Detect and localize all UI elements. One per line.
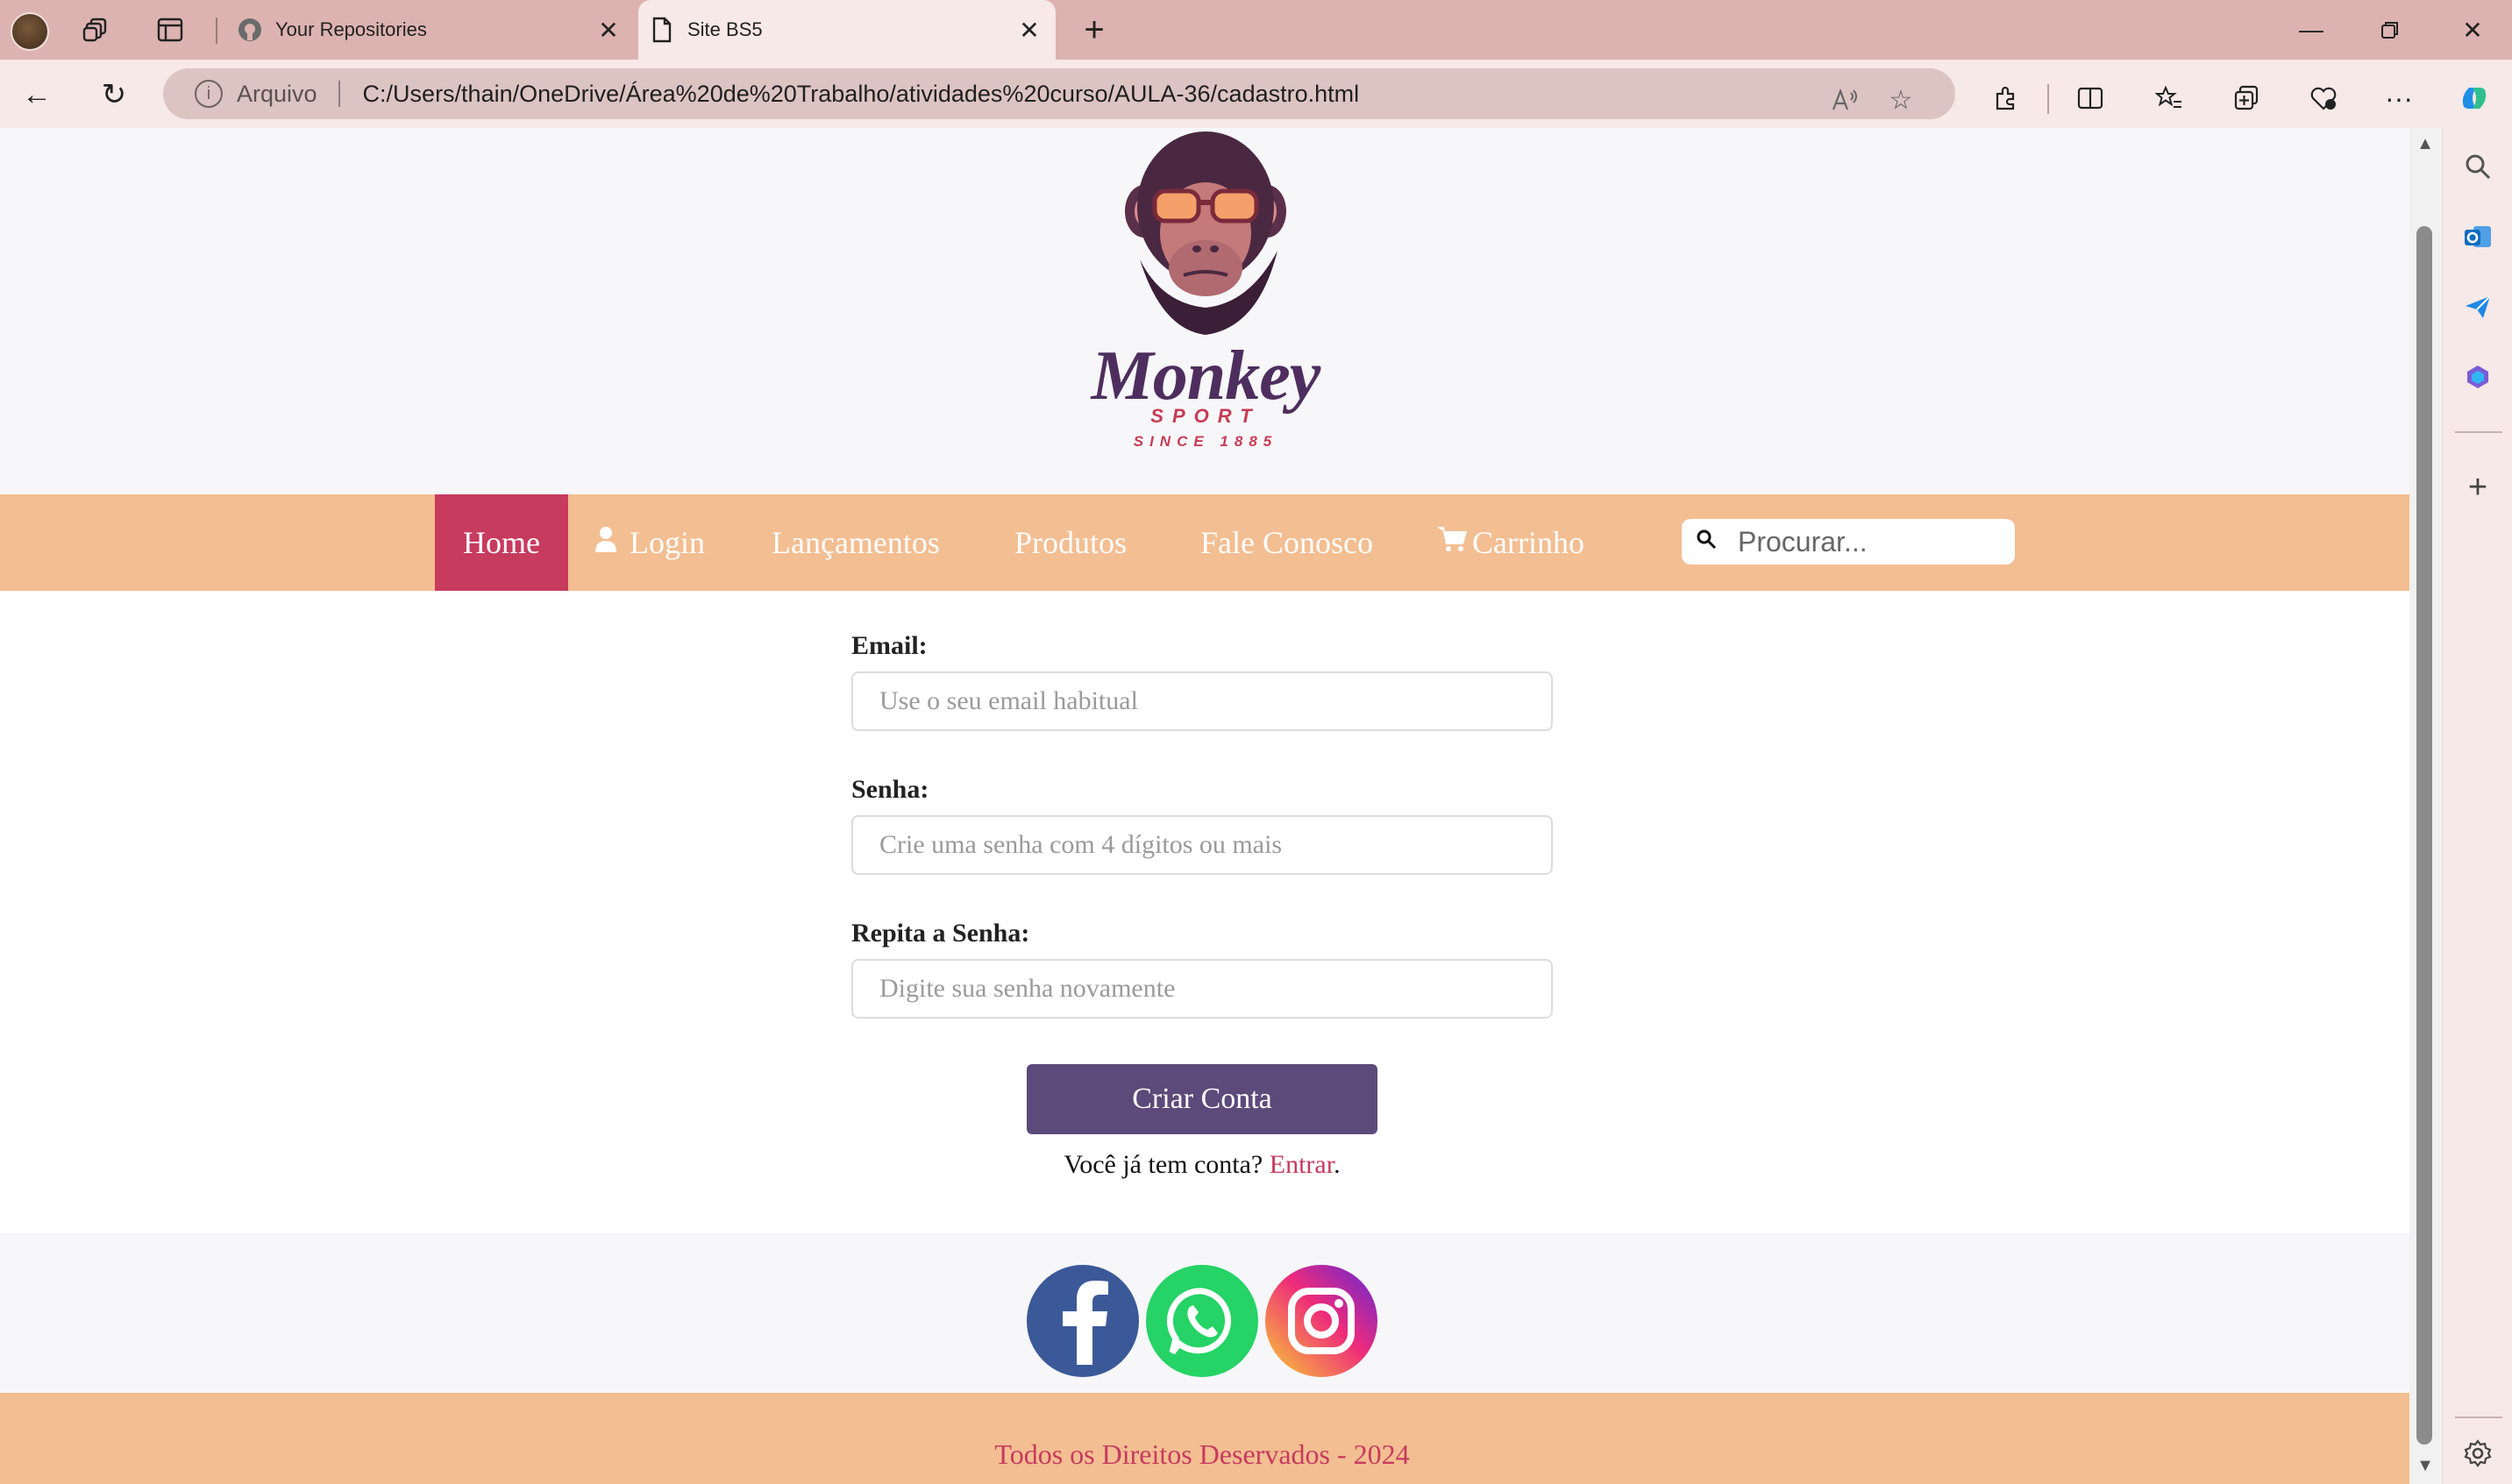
header-logo-area: Monkey SPORT SINCE 1885 [0, 128, 2409, 494]
m365-icon[interactable] [2459, 358, 2497, 396]
instagram-icon[interactable] [1265, 1265, 1377, 1377]
page-viewport: Monkey SPORT SINCE 1885 Home Login Lança… [0, 128, 2409, 1484]
social-links [0, 1233, 2409, 1393]
nav-produtos-label: Produtos [1014, 525, 1128, 560]
info-icon[interactable]: i [195, 80, 223, 108]
browser-essentials-icon[interactable] [2304, 79, 2343, 117]
cart-icon [1437, 525, 1468, 560]
password-label: Senha: [851, 775, 929, 804]
address-bar[interactable]: i Arquivo C:/Users/thain/OneDrive/Área%2… [163, 68, 1955, 119]
page-footer: Todos os Direitos Deservados - 2024 [0, 1393, 2409, 1484]
restore-button[interactable] [2364, 9, 2416, 51]
footer-copyright: Todos os Direitos Deservados - 2024 [994, 1438, 1410, 1470]
close-tab-icon[interactable]: ✕ [1012, 12, 1047, 47]
nav-home-label: Home [463, 525, 540, 560]
tab-site-bs5[interactable]: Site BS5 ✕ [638, 0, 1056, 60]
tab-separator [216, 18, 217, 44]
edge-sidebar: + [2442, 128, 2512, 1484]
logo-subtitle: SPORT [1150, 405, 1261, 427]
signup-form: Email: Senha: Repita a Senha: Criar Cont… [0, 591, 2409, 1233]
scroll-up-icon[interactable]: ▲ [2415, 133, 2436, 154]
email-label: Email: [851, 631, 928, 660]
url-text[interactable]: C:/Users/thain/OneDrive/Área%20de%20Trab… [363, 81, 1360, 108]
nav-fale-conosco[interactable]: Fale Conosco [1200, 494, 1373, 591]
main-navbar: Home Login Lançamentos Produtos Fale Con… [0, 494, 2409, 591]
nav-lancamentos[interactable]: Lançamentos [772, 494, 940, 591]
minimize-button[interactable]: — [2285, 9, 2338, 51]
extensions-icon[interactable] [1987, 79, 2025, 117]
login-prompt-text: Você já tem conta? [1064, 1150, 1263, 1179]
sidebar-divider [2455, 431, 2502, 433]
back-icon[interactable]: ← [16, 74, 58, 116]
scroll-thumb[interactable] [2416, 226, 2432, 1445]
page-icon [649, 17, 675, 43]
sidebar-divider [2455, 1417, 2502, 1418]
email-field[interactable] [851, 671, 1553, 731]
nav-login[interactable]: Login [594, 494, 705, 591]
favorite-star-icon[interactable]: ☆ [1882, 81, 1920, 119]
facebook-icon[interactable] [1027, 1265, 1139, 1377]
tab-title: Your Repositories [275, 18, 427, 40]
omnibox-divider [338, 81, 340, 107]
nav-fale-conosco-label: Fale Conosco [1200, 525, 1373, 560]
send-icon[interactable] [2459, 288, 2497, 326]
workspaces-icon[interactable] [79, 14, 114, 46]
nav-carrinho[interactable]: Carrinho [1437, 494, 1584, 591]
close-window-button[interactable]: ✕ [2446, 9, 2499, 51]
nav-login-label: Login [630, 525, 705, 560]
nav-carrinho-label: Carrinho [1472, 525, 1584, 560]
search-input[interactable] [1738, 525, 2001, 558]
new-tab-button[interactable]: + [1075, 11, 1114, 49]
logo-since: SINCE 1885 [1133, 433, 1278, 450]
search-box[interactable] [1682, 519, 2015, 564]
more-options-icon[interactable]: ··· [2380, 79, 2418, 117]
favorites-icon[interactable] [2150, 79, 2188, 117]
nav-home[interactable]: Home [435, 494, 568, 591]
nav-lancamentos-label: Lançamentos [772, 525, 940, 560]
split-screen-icon[interactable] [2071, 79, 2110, 117]
nav-produtos[interactable]: Produtos [1014, 494, 1127, 591]
scheme-label: Arquivo [237, 80, 317, 107]
monkey-logo-icon [1125, 131, 1286, 335]
browser-titlebar: Your Repositories ✕ Site BS5 ✕ + — ✕ [0, 0, 2512, 60]
whatsapp-icon[interactable] [1146, 1265, 1258, 1377]
outlook-icon[interactable] [2459, 217, 2497, 256]
tab-your-repositories[interactable]: Your Repositories ✕ [226, 0, 635, 60]
read-aloud-icon[interactable] [1825, 81, 1864, 119]
monkey-sport-logo[interactable]: Monkey SPORT SINCE 1885 [1057, 128, 1355, 461]
sidebar-search-icon[interactable] [2459, 147, 2497, 186]
search-icon [1696, 529, 1724, 556]
password-field[interactable] [851, 815, 1553, 875]
vertical-tabs-icon[interactable] [153, 14, 188, 46]
login-prompt-line: Você já tem conta? Entrar. [0, 1150, 2404, 1180]
scroll-down-icon[interactable]: ▼ [2415, 1455, 2436, 1476]
close-tab-icon[interactable]: ✕ [591, 12, 626, 47]
profile-avatar[interactable] [11, 12, 49, 51]
page-scrollbar[interactable]: ▲ ▼ [2409, 128, 2442, 1484]
toolbar-divider [2047, 84, 2049, 114]
user-icon [594, 526, 617, 559]
repeat-password-field[interactable] [851, 959, 1553, 1019]
add-sidebar-app-icon[interactable]: + [2459, 468, 2497, 507]
github-icon [237, 17, 263, 43]
sidebar-settings-icon[interactable] [2459, 1434, 2497, 1473]
login-link[interactable]: Entrar [1270, 1150, 1334, 1179]
refresh-icon[interactable]: ↻ [93, 74, 135, 116]
tab-title: Site BS5 [687, 18, 763, 40]
create-account-button[interactable]: Criar Conta [1027, 1064, 1377, 1134]
repeat-password-label: Repita a Senha: [851, 919, 1030, 948]
browser-toolbar: ← ↻ i Arquivo C:/Users/thain/OneDrive/Ár… [0, 60, 2512, 128]
login-suffix: . [1334, 1150, 1341, 1179]
copilot-icon[interactable] [2455, 79, 2494, 117]
collections-icon[interactable] [2227, 79, 2266, 117]
